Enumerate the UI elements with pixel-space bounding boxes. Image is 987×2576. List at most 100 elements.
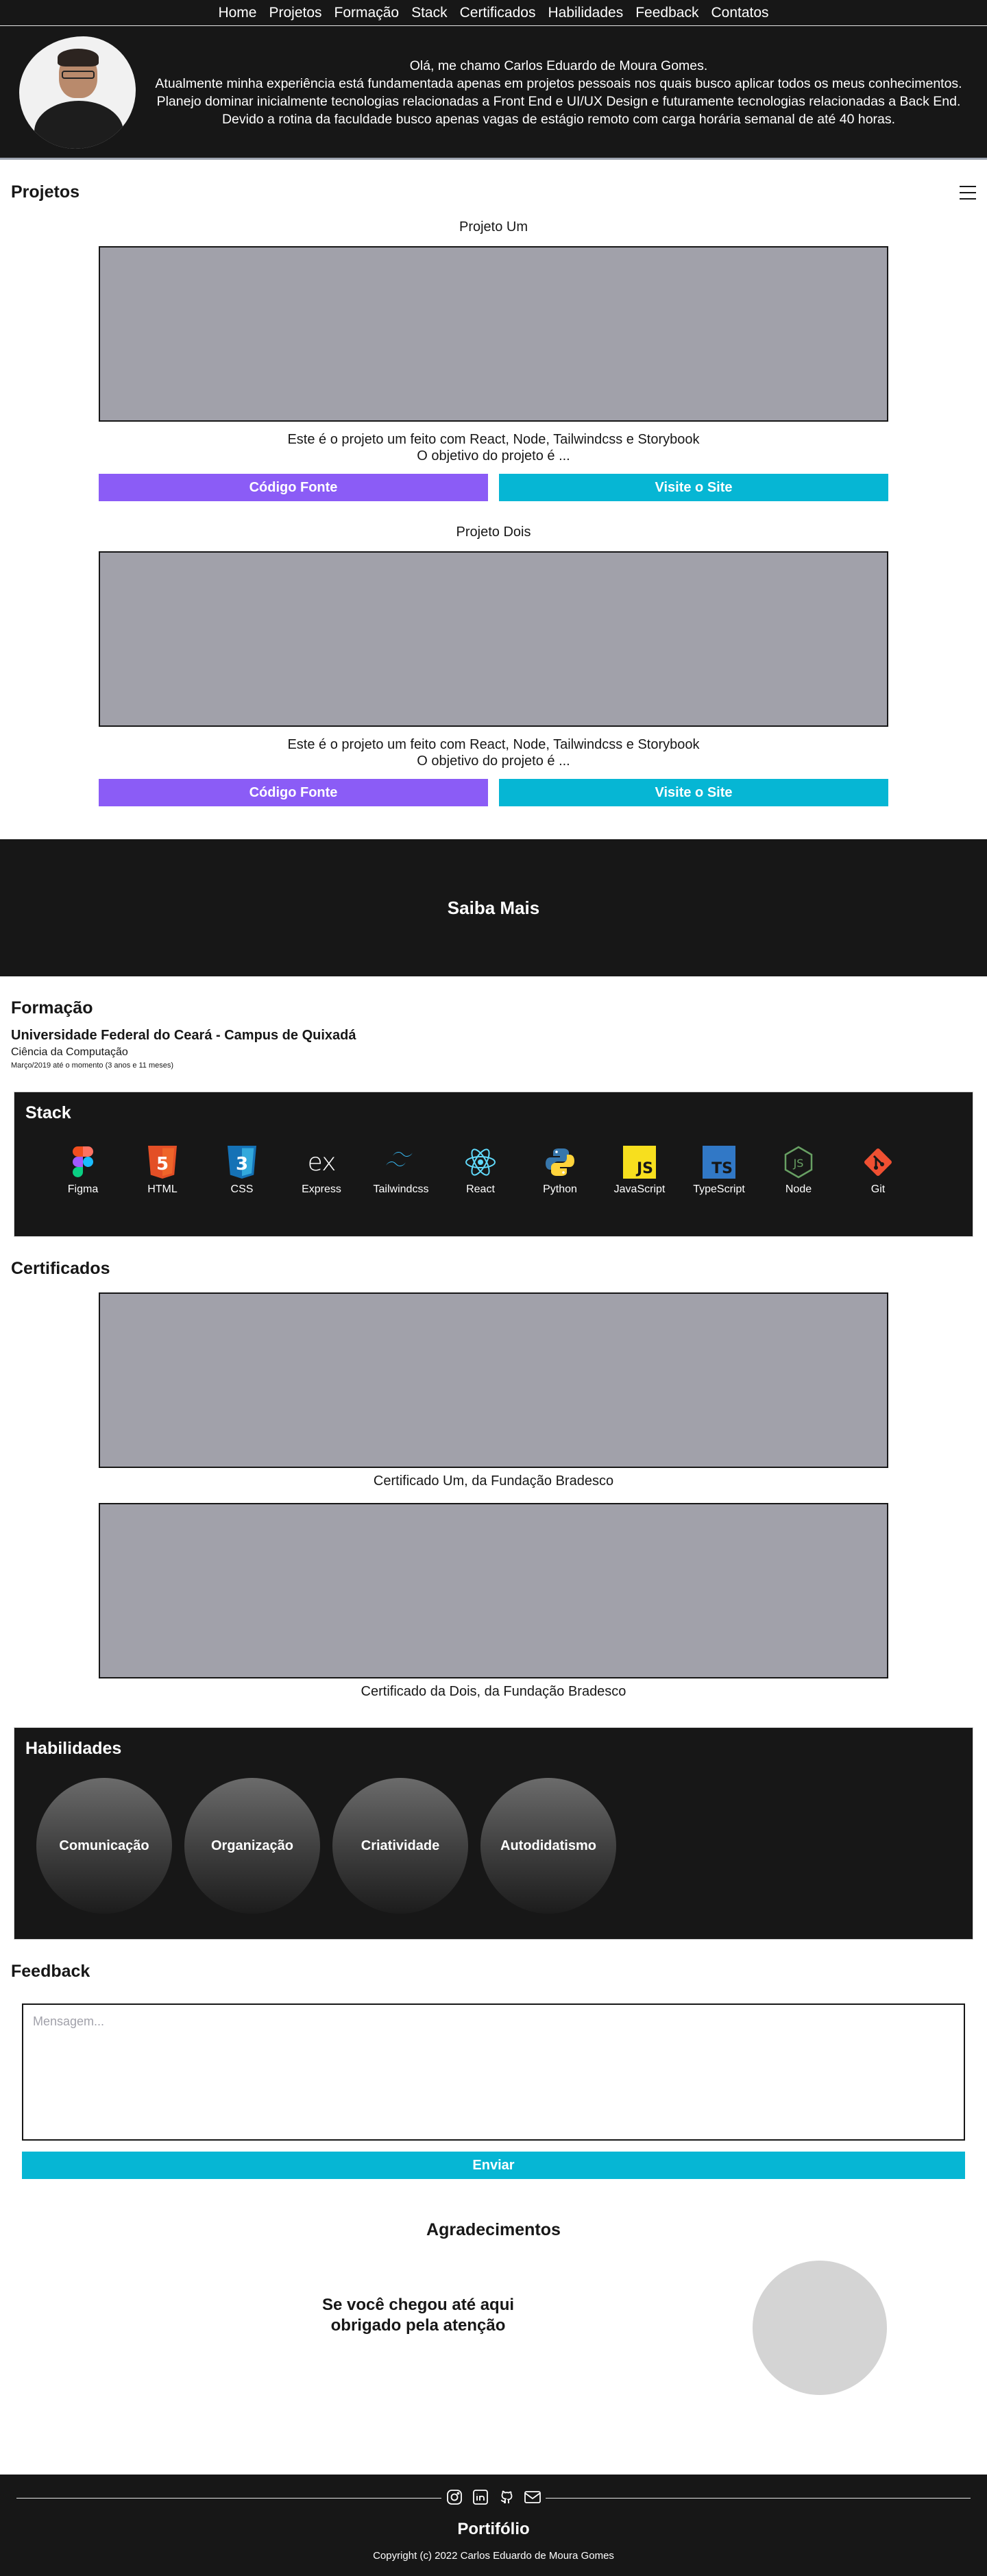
stack-label: CSS	[230, 1183, 254, 1195]
nav-link-stack[interactable]: Stack	[411, 5, 448, 20]
nav-link-feedback[interactable]: Feedback	[635, 5, 698, 20]
skill-bubble: Autodidatismo	[480, 1778, 616, 1914]
footer-divider	[16, 2498, 441, 2499]
feedback-title: Feedback	[11, 1962, 90, 1981]
certificate-image	[99, 1503, 888, 1678]
footer-copyright: Copyright (c) 2022 Carlos Eduardo de Mou…	[373, 2550, 614, 2562]
stack-item-javascript: JS JavaScript	[609, 1145, 670, 1196]
visit-site-button[interactable]: Visite o Site	[499, 779, 888, 806]
projects-section: Projetos Projeto Um Este é o projeto um …	[0, 160, 987, 806]
thanks-section: Agradecimentos Se você chegou até aqui o…	[0, 2179, 987, 2439]
mail-icon[interactable]	[524, 2488, 541, 2506]
html5-icon: 5	[145, 1145, 180, 1179]
nav-link-formacao[interactable]: Formação	[334, 5, 400, 20]
nav-link-habilidades[interactable]: Habilidades	[548, 5, 623, 20]
css3-icon: 3	[225, 1145, 259, 1179]
stack-item-typescript: TS TypeScript	[689, 1145, 749, 1196]
certificate-card: Certificado Um, da Fundação Bradesco	[0, 1292, 987, 1489]
stack-label: Figma	[67, 1183, 99, 1195]
stack-label: Git	[870, 1183, 886, 1195]
git-icon	[861, 1145, 895, 1179]
projects-title: Projetos	[11, 182, 80, 202]
main-nav: Home Projetos Formação Stack Certificado…	[0, 0, 987, 26]
figma-icon	[66, 1145, 100, 1179]
profile-photo	[19, 36, 136, 149]
stack-section: Stack Figma 5 HTML 3 CSS ex Express Tail…	[14, 1092, 973, 1237]
send-button[interactable]: Enviar	[22, 2152, 965, 2179]
project-card: Projeto Um Este é o projeto um feito com…	[0, 219, 987, 501]
skill-bubble: Organização	[184, 1778, 320, 1914]
javascript-icon: JS	[622, 1145, 657, 1179]
hero-line-experience: Atualmente minha experiência está fundam…	[155, 76, 962, 91]
education-title: Formação	[11, 998, 93, 1018]
typescript-icon: TS	[702, 1145, 736, 1179]
thanks-image-placeholder	[753, 2261, 887, 2395]
project-goal: O objetivo do projeto é ...	[417, 754, 570, 769]
linkedin-icon[interactable]	[472, 2488, 489, 2506]
stack-item-git: Git	[848, 1145, 908, 1196]
stack-label: Express	[302, 1183, 341, 1195]
course-period: Março/2019 até o momento (3 anos e 11 me…	[11, 1061, 174, 1070]
education-section: Formação Universidade Federal do Ceará -…	[0, 976, 987, 1070]
stack-label: Tailwindcss	[373, 1183, 429, 1195]
stack-item-tailwindcss: Tailwindcss	[371, 1145, 431, 1196]
footer-divider	[546, 2498, 971, 2499]
stack-label: TypeScript	[693, 1183, 745, 1195]
saiba-mais-label[interactable]: Saiba Mais	[448, 898, 539, 919]
project-image	[99, 246, 888, 422]
stack-label: HTML	[147, 1183, 178, 1195]
svg-text:3: 3	[236, 1154, 248, 1175]
certificates-title: Certificados	[11, 1259, 110, 1278]
certificates-section: Certificados Certificado Um, da Fundação…	[0, 1237, 987, 1700]
source-code-button[interactable]: Código Fonte	[99, 474, 488, 501]
stack-item-react: React	[450, 1145, 511, 1196]
react-icon	[463, 1145, 498, 1179]
stack-item-express: ex Express	[291, 1145, 352, 1196]
thanks-line-2: obrigado pela atenção	[330, 2316, 506, 2335]
stack-label: JavaScript	[613, 1183, 666, 1195]
instagram-icon[interactable]	[446, 2488, 463, 2506]
stack-item-html: 5 HTML	[132, 1145, 193, 1196]
express-icon: ex	[307, 1148, 337, 1177]
saiba-mais-banner[interactable]: Saiba Mais	[0, 839, 987, 976]
project-image	[99, 551, 888, 727]
certificate-card: Certificado da Dois, da Fundação Bradesc…	[0, 1503, 987, 1700]
site-footer: Portifólio Copyright (c) 2022 Carlos Edu…	[0, 2475, 987, 2576]
project-card: Projeto Dois Este é o projeto um feito c…	[0, 525, 987, 806]
stack-item-node: JS Node	[768, 1145, 829, 1196]
certificate-caption: Certificado da Dois, da Fundação Bradesc…	[361, 1684, 626, 1699]
nav-link-home[interactable]: Home	[218, 5, 256, 20]
hero-intro: Olá, me chamo Carlos Eduardo de Moura Go…	[136, 57, 968, 128]
stack-label: Node	[785, 1183, 812, 1195]
hero-line-plans: Planejo dominar inicialmente tecnologias…	[156, 94, 961, 127]
menu-icon[interactable]	[960, 185, 976, 200]
thanks-line-1: Se você chegou até aqui	[321, 2296, 515, 2314]
stack-label: React	[466, 1183, 495, 1195]
project-name: Projeto Dois	[456, 525, 531, 540]
hero-line-greeting: Olá, me chamo Carlos Eduardo de Moura Go…	[409, 58, 708, 73]
github-icon[interactable]	[498, 2488, 515, 2506]
project-description: Este é o projeto um feito com React, Nod…	[287, 432, 700, 447]
skills-section: Habilidades Comunicação Organização Cria…	[14, 1727, 973, 1940]
visit-site-button[interactable]: Visite o Site	[499, 474, 888, 501]
nav-link-certificados[interactable]: Certificados	[460, 5, 536, 20]
nav-link-projetos[interactable]: Projetos	[269, 5, 321, 20]
footer-title: Portifólio	[457, 2520, 530, 2538]
skill-bubble: Comunicação	[36, 1778, 172, 1914]
certificate-image	[99, 1292, 888, 1468]
university-name: Universidade Federal do Ceará - Campus d…	[11, 1028, 356, 1043]
stack-label: Python	[543, 1183, 577, 1195]
stack-title: Stack	[25, 1103, 71, 1122]
project-name: Projeto Um	[459, 219, 528, 234]
nav-link-contatos[interactable]: Contatos	[711, 5, 768, 20]
svg-text:JS: JS	[793, 1157, 804, 1170]
svg-text:5: 5	[156, 1154, 169, 1175]
feedback-message-input[interactable]	[22, 2003, 965, 2141]
stack-item-python: Python	[530, 1145, 590, 1196]
hero: Olá, me chamo Carlos Eduardo de Moura Go…	[0, 26, 987, 149]
project-goal: O objetivo do projeto é ...	[417, 448, 570, 464]
stack-item-figma: Figma	[53, 1145, 113, 1196]
source-code-button[interactable]: Código Fonte	[99, 779, 488, 806]
nodejs-icon: JS	[781, 1145, 816, 1179]
site-header: Home Projetos Formação Stack Certificado…	[0, 0, 987, 160]
